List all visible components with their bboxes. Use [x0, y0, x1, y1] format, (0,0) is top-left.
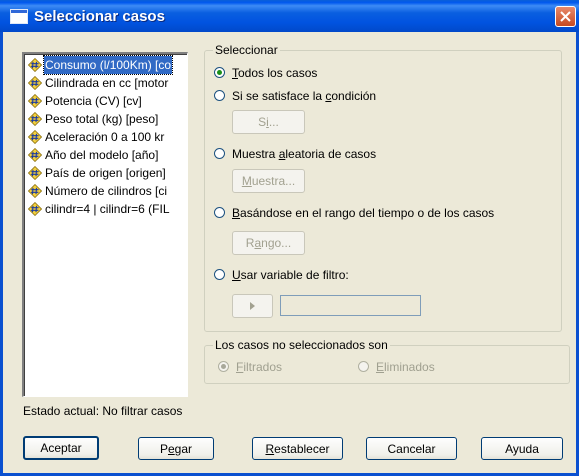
list-item-label: Aceleración 0 a 100 kr: [45, 130, 165, 144]
scale-variable-icon: [28, 166, 42, 180]
scale-variable-icon: [28, 58, 42, 72]
list-item-label: cilindr=4 | cilindr=6 (FIL: [45, 202, 170, 216]
variable-list[interactable]: Consumo (l/100Km) [co Cilindrada en cc [m…: [22, 52, 188, 397]
list-item-label: Número de cilindros [ci: [45, 184, 168, 198]
radio-filter-variable-label: Usar variable de filtro:: [232, 268, 349, 282]
scale-variable-icon: [28, 112, 42, 126]
radio-filtered-label: Filtrados: [236, 360, 283, 374]
window-title: Seleccionar casos: [34, 8, 165, 25]
paste-button[interactable]: Pegar: [138, 437, 214, 460]
window-icon: [10, 9, 28, 24]
scale-variable-icon: [28, 184, 42, 198]
radio-if-condition-label: Si se satisface la condición: [232, 89, 377, 103]
list-item-label: Año del modelo [año]: [45, 148, 159, 162]
radio-random-sample-label: Muestra aleatoria de casos: [232, 147, 377, 161]
close-icon: [560, 11, 571, 22]
sample-button[interactable]: Muestra...: [232, 169, 305, 193]
filter-variable-field[interactable]: [280, 295, 421, 316]
radio-deleted-label: Eliminados: [376, 360, 435, 374]
help-button[interactable]: Ayuda: [481, 437, 563, 460]
range-button[interactable]: Rango...: [232, 231, 305, 255]
title-bar: Seleccionar casos: [0, 0, 579, 32]
scale-variable-icon: [28, 202, 42, 216]
window-border-left: [0, 32, 3, 476]
list-item-label: Cilindrada en cc [motor: [45, 76, 169, 90]
scale-variable-icon: [28, 130, 42, 144]
scale-variable-icon: [28, 94, 42, 108]
ok-button[interactable]: Aceptar: [23, 436, 99, 460]
list-item[interactable]: cilindr=4 | cilindr=6 (FIL: [26, 200, 187, 218]
list-item-label: Peso total (kg) [peso]: [45, 112, 159, 126]
cancel-button[interactable]: Cancelar: [366, 437, 457, 460]
radio-time-range-label: Basándose en el rango del tiempo o de lo…: [232, 206, 495, 220]
if-button[interactable]: Si...: [232, 110, 305, 134]
radio-filter-variable-circle[interactable]: [214, 269, 225, 280]
unselected-cases-title: Los casos no seleccionados son: [213, 338, 390, 352]
radio-if-condition-circle[interactable]: [214, 90, 225, 101]
radio-time-range-circle[interactable]: [214, 207, 225, 218]
current-status: Estado actual: No filtrar casos: [23, 404, 183, 418]
move-to-filter-button[interactable]: [232, 294, 273, 318]
list-item-label: Consumo (l/100Km) [co: [42, 55, 174, 75]
arrow-right-icon: [250, 302, 255, 310]
list-item[interactable]: Consumo (l/100Km) [co: [26, 55, 187, 75]
reset-button[interactable]: Restablecer: [252, 437, 343, 460]
list-item[interactable]: Cilindrada en cc [motor: [26, 74, 187, 92]
radio-filtered-circle[interactable]: [218, 361, 229, 372]
list-item-label: País de origen [origen]: [45, 166, 166, 180]
radio-all-cases-label: Todos los casos: [232, 66, 318, 80]
list-item[interactable]: Número de cilindros [ci: [26, 182, 187, 200]
list-item[interactable]: Año del modelo [año]: [26, 146, 187, 164]
list-item[interactable]: Potencia (CV) [cv]: [26, 92, 187, 110]
scale-variable-icon: [28, 76, 42, 90]
scale-variable-icon: [28, 148, 42, 162]
close-button[interactable]: [555, 6, 576, 27]
select-group-title: Seleccionar: [213, 43, 280, 57]
radio-random-sample-circle[interactable]: [214, 148, 225, 159]
radio-all-cases-circle[interactable]: [214, 67, 225, 78]
radio-deleted-circle[interactable]: [358, 361, 369, 372]
list-item[interactable]: Peso total (kg) [peso]: [26, 110, 187, 128]
list-item[interactable]: País de origen [origen]: [26, 164, 187, 182]
list-item-label: Potencia (CV) [cv]: [45, 94, 142, 108]
list-item[interactable]: Aceleración 0 a 100 kr: [26, 128, 187, 146]
